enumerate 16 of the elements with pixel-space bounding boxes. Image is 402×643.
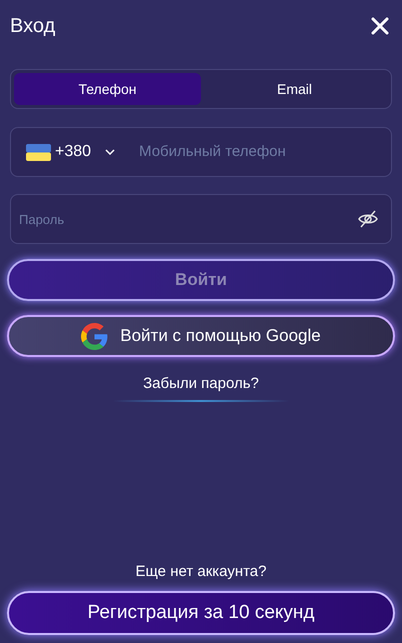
country-code: +380	[55, 142, 92, 162]
password-field[interactable]: Пароль	[10, 194, 392, 244]
tab[interactable]: Email	[201, 73, 388, 105]
google-login-button[interactable]: Войти с помощью Google	[7, 315, 395, 357]
flag-icon	[26, 144, 51, 160]
close-icon[interactable]	[371, 17, 389, 35]
window-title: Вход	[10, 14, 56, 39]
phone-field[interactable]: +380 Мобильный телефон	[10, 127, 392, 177]
eye-off-icon[interactable]	[358, 210, 378, 228]
google-logo-icon	[81, 322, 108, 350]
signup-prompt: Еще нет аккаунта?	[136, 562, 266, 582]
chevron-down-icon[interactable]	[105, 149, 116, 155]
forgot-password-link[interactable]: Забыли пароль?	[143, 373, 259, 396]
phone-input[interactable]: Мобильный телефон	[139, 140, 376, 164]
tab[interactable]: Телефон	[14, 73, 201, 105]
signup-button[interactable]: Регистрация за 10 секунд	[7, 591, 395, 635]
